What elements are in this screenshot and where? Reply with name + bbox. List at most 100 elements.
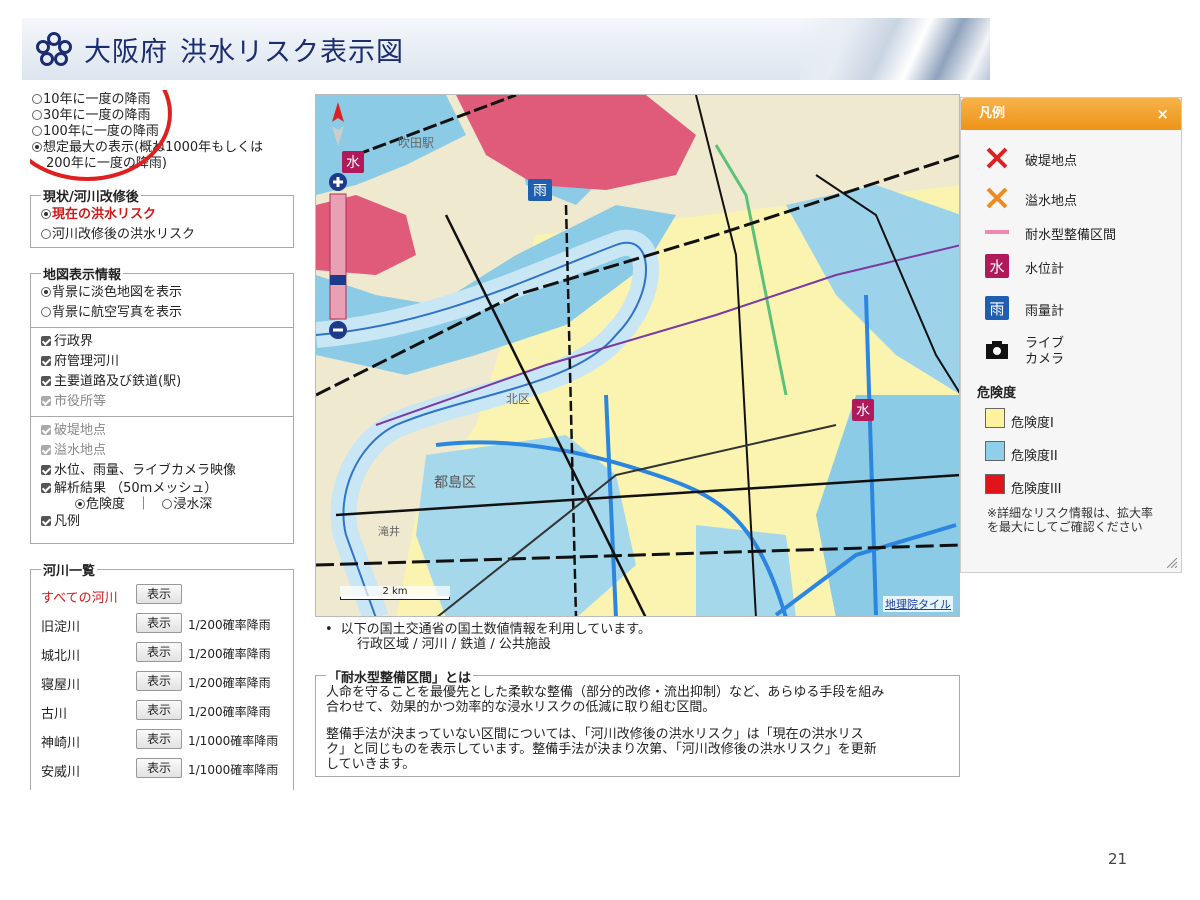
analysis-mode-options: 危険度 ｜ 浸水深 <box>41 497 285 512</box>
danger-swatch <box>985 408 1005 428</box>
map-canvas[interactable]: 吹田駅 都島区 北区 滝井 水 雨 水 <box>316 95 960 617</box>
info-box: 「耐水型整備区間」とは 人命を守ることを最優先とした柔軟な整備（部分的改修・流出… <box>315 667 960 777</box>
checkbox-disabled-icon <box>41 445 51 455</box>
checkbox-icon[interactable] <box>41 465 51 475</box>
show-river-button[interactable]: 表示 <box>136 729 182 749</box>
checkbox-icon[interactable] <box>41 483 51 493</box>
river-probability: 1/200確率降雨 <box>188 676 271 690</box>
danger-swatch <box>985 474 1005 494</box>
layer-roads-rail[interactable]: 主要道路及び鉄道(駅) <box>41 372 285 392</box>
svg-text:水: 水 <box>856 403 870 419</box>
checkbox-disabled-icon <box>41 396 51 406</box>
analysis-separator: ｜ <box>137 497 151 512</box>
radio-icon[interactable] <box>162 499 173 509</box>
show-all-rivers-button[interactable]: 表示 <box>136 584 182 604</box>
show-river-button[interactable]: 表示 <box>136 758 182 778</box>
zoom-control[interactable] <box>327 100 349 340</box>
water-gauge-icon: 水 <box>985 254 1009 278</box>
svg-text:雨: 雨 <box>989 300 1004 318</box>
river-probability: 1/200確率降雨 <box>188 705 271 719</box>
danger-swatch <box>985 441 1005 461</box>
river-row: 安威川 表示 1/1000確率降雨 <box>41 755 285 784</box>
map-info-legend: 地図表示情報 <box>43 268 122 283</box>
river-row-all: すべての河川 表示 <box>41 581 285 610</box>
control-panel: 10年に一度の降雨 30年に一度の降雨 100年に一度の降雨 想定最大の表示(概… <box>30 90 295 790</box>
info-box-title: 「耐水型整備区間」とは <box>326 667 474 686</box>
radio-selected-icon[interactable] <box>41 287 51 297</box>
river-name: 旧淀川 <box>41 620 81 635</box>
checkbox-disabled-icon <box>41 425 51 435</box>
map-label: 吹田駅 <box>398 136 434 150</box>
checkbox-icon[interactable] <box>41 376 51 386</box>
overlay-breach-points: 破堤地点 <box>41 421 285 441</box>
layer-admin-boundary[interactable]: 行政界 <box>41 332 285 352</box>
checkbox-icon[interactable] <box>41 516 51 526</box>
flood-risk-map[interactable]: 吹田駅 都島区 北区 滝井 水 雨 水 地理院タイル <box>315 94 960 617</box>
legend-header: 凡例 × <box>961 98 1181 130</box>
river-probability: 1/200確率降雨 <box>188 618 271 632</box>
zoom-slider-track[interactable] <box>329 193 347 320</box>
rain-gauge-icon[interactable]: 雨 <box>528 179 552 201</box>
river-probability: 1/1000確率降雨 <box>188 763 279 777</box>
show-river-button[interactable]: 表示 <box>136 700 182 720</box>
header-decoration <box>800 18 990 80</box>
show-river-button[interactable]: 表示 <box>136 642 182 662</box>
status-current[interactable]: 現在の洪水リスク <box>41 205 285 225</box>
river-probability: 1/200確率降雨 <box>188 647 271 661</box>
legend-close-button[interactable]: × <box>1156 98 1169 130</box>
bg-aerial-photo[interactable]: 背景に航空写真を表示 <box>41 303 285 323</box>
compass-icon[interactable] <box>332 102 344 146</box>
analysis-depth-label[interactable]: 浸水深 <box>173 497 212 512</box>
checkbox-icon[interactable] <box>41 336 51 346</box>
status-after[interactable]: 河川改修後の洪水リスク <box>41 225 285 245</box>
rain-gauge-icon: 雨 <box>985 296 1009 320</box>
radio-icon[interactable] <box>41 229 51 239</box>
info-para: していきます。 <box>326 757 416 772</box>
legend-toggle[interactable]: 凡例 <box>41 512 285 532</box>
river-row: 旧淀川 表示 1/200確率降雨 <box>41 610 285 639</box>
checkbox-icon[interactable] <box>41 356 51 366</box>
river-row: 神崎川 表示 1/1000確率降雨 <box>41 726 285 755</box>
info-para: 人命を守ることを最優先とした柔軟な整備（部分的改修・流出抑制）など、あらゆる手段… <box>326 685 885 700</box>
show-river-button[interactable]: 表示 <box>136 613 182 633</box>
layer-pref-rivers[interactable]: 府管理河川 <box>41 352 285 372</box>
title-sub: 洪水リスク表示図 <box>180 37 404 68</box>
status-group-legend: 現状/河川改修後 <box>43 190 139 205</box>
map-label: 北区 <box>506 392 530 406</box>
status-group: 現状/河川改修後 現在の洪水リスク 河川改修後の洪水リスク <box>30 186 294 248</box>
page-title: 大阪府 洪水リスク表示図 <box>84 30 404 69</box>
analysis-danger-label[interactable]: 危険度 <box>86 497 125 512</box>
title-main: 大阪府 <box>84 37 168 68</box>
data-source-line: 以下の国土交通省の国土数値情報を利用しています。 <box>340 622 651 637</box>
data-source-layers: 行政区域 / 河川 / 鉄道 / 公共施設 <box>357 637 551 652</box>
legend-note: ※詳細なリスク情報は、拡大率を最大にしてご確認ください <box>987 506 1154 534</box>
radio-selected-icon[interactable] <box>41 209 51 219</box>
zoom-out-button[interactable] <box>329 321 347 339</box>
camera-icon <box>986 341 1008 359</box>
map-info-group: 地図表示情報 背景に淡色地図を表示 背景に航空写真を表示 行政界 府管理河川 主… <box>30 264 294 544</box>
river-list-group: 河川一覧 すべての河川 表示 旧淀川 表示 1/200確率降雨 城北川 表示 1… <box>30 560 294 790</box>
zoom-in-button[interactable] <box>329 173 347 191</box>
river-all-label: すべての河川 <box>41 591 118 606</box>
bg-pale-map[interactable]: 背景に淡色地図を表示 <box>41 283 285 303</box>
river-name: 安威川 <box>41 765 81 780</box>
red-x-icon <box>986 147 1008 169</box>
resize-grip-icon[interactable] <box>1167 558 1177 568</box>
river-list-legend: 河川一覧 <box>43 564 96 579</box>
river-name: 寝屋川 <box>41 678 81 693</box>
page-number: 21 <box>1108 850 1128 868</box>
river-row: 古川 表示 1/200確率降雨 <box>41 697 285 726</box>
legend-title: 凡例 <box>979 106 1006 121</box>
overlay-analysis[interactable]: 解析結果 （50mメッシュ） <box>41 481 285 497</box>
overlay-gauges-camera[interactable]: 水位、雨量、ライブカメラ映像 <box>41 461 285 481</box>
river-name: 城北川 <box>41 649 81 664</box>
water-gauge-icon[interactable]: 水 <box>852 399 874 421</box>
layer-city-offices: 市役所等 <box>41 392 285 412</box>
radio-icon[interactable] <box>41 307 51 317</box>
map-credit-link[interactable]: 地理院タイル <box>883 596 953 612</box>
data-source-note: • 以下の国土交通省の国土数値情報を利用しています。 行政区域 / 河川 / 鉄道… <box>325 622 651 652</box>
river-probability: 1/1000確率降雨 <box>188 734 279 748</box>
river-row: 城北川 表示 1/200確率降雨 <box>41 639 285 668</box>
radio-selected-icon[interactable] <box>75 499 85 509</box>
show-river-button[interactable]: 表示 <box>136 671 182 691</box>
